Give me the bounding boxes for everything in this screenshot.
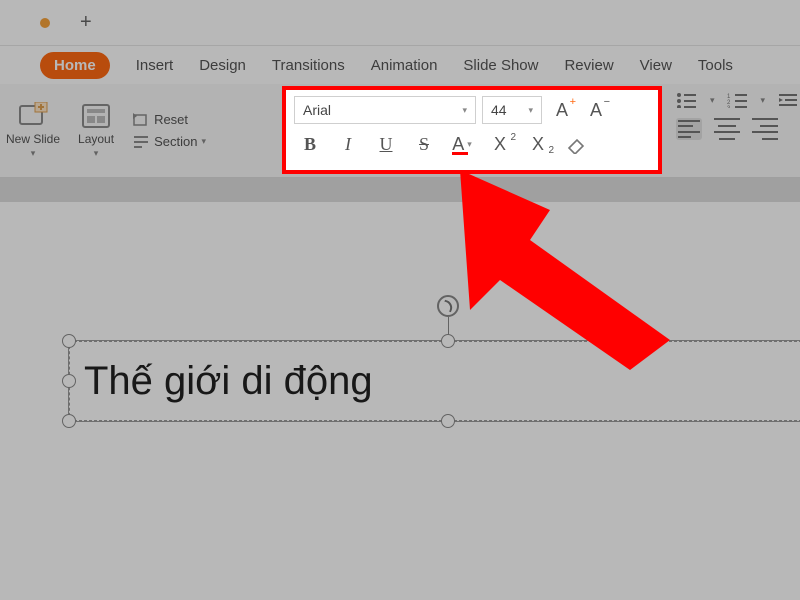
shrink-font-label: A [590, 100, 602, 121]
font-color-button[interactable]: A ▾ [450, 132, 474, 156]
tab-insert[interactable]: Insert [136, 57, 174, 74]
dropdown-caret-icon: ▾ [201, 136, 206, 147]
clear-formatting-button[interactable] [564, 132, 588, 156]
layout-label: Layout [78, 132, 114, 146]
stage-gutter [0, 178, 800, 202]
dropdown-caret-icon[interactable]: ▾ [761, 95, 766, 106]
new-tab-button[interactable]: + [80, 11, 92, 34]
tab-design[interactable]: Design [199, 57, 246, 74]
dropdown-caret-icon[interactable]: ▾ [710, 95, 715, 106]
dropdown-caret-icon: ▾ [31, 148, 36, 159]
section-label: Section [154, 134, 197, 149]
tab-review[interactable]: Review [564, 57, 613, 74]
tab-slideshow[interactable]: Slide Show [463, 57, 538, 74]
resize-handle[interactable] [62, 334, 76, 348]
shrink-font-button[interactable]: A − [582, 96, 610, 124]
ribbon-body: New Slide ▾ Layout ▾ Reset Secti [0, 84, 800, 178]
tab-home[interactable]: Home [40, 52, 110, 79]
reset-label: Reset [154, 112, 188, 127]
resize-handle[interactable] [62, 374, 76, 388]
slide-canvas[interactable]: Thế giới di động [0, 202, 800, 600]
new-slide-button[interactable]: New Slide ▾ [6, 102, 60, 159]
subscript-label: X [532, 134, 544, 155]
resize-handle[interactable] [441, 414, 455, 428]
tab-transitions[interactable]: Transitions [272, 57, 345, 74]
section-icon [132, 134, 150, 150]
app-window: + Home Insert Design Transitions Animati… [0, 0, 800, 600]
font-name-value: Arial [303, 102, 331, 118]
paragraph-group: ▾ 123 ▾ [676, 92, 799, 140]
dropdown-caret-icon[interactable]: ▾ [462, 105, 467, 116]
tab-view[interactable]: View [640, 57, 672, 74]
resize-handle[interactable] [441, 334, 455, 348]
section-button[interactable]: Section ▾ [132, 134, 206, 150]
font-color-swatch [452, 152, 468, 155]
new-slide-icon [17, 102, 49, 130]
align-center-button[interactable] [714, 118, 740, 140]
font-name-combo[interactable]: Arial ▾ [294, 96, 476, 124]
title-text[interactable]: Thế giới di động [69, 341, 800, 421]
layout-button[interactable]: Layout ▾ [78, 102, 114, 159]
ribbon-tabs: Home Insert Design Transitions Animation… [0, 46, 800, 84]
layout-icon [80, 102, 112, 130]
dropdown-caret-icon[interactable]: ▾ [528, 105, 533, 116]
subscript-button[interactable]: X 2 [526, 132, 550, 156]
align-left-button[interactable] [676, 118, 702, 140]
dropdown-caret-icon: ▾ [94, 148, 99, 159]
resize-handle[interactable] [62, 414, 76, 428]
italic-button[interactable]: I [336, 132, 360, 156]
document-modified-dot-icon [40, 18, 50, 28]
reset-icon [132, 112, 150, 128]
font-size-value: 44 [491, 102, 507, 118]
bullets-button[interactable] [676, 92, 698, 108]
new-slide-label: New Slide [6, 132, 60, 146]
grow-font-label: A [556, 100, 568, 121]
underline-button[interactable]: U [374, 132, 398, 156]
superscript-button[interactable]: X 2 [488, 132, 512, 156]
reset-button[interactable]: Reset [132, 112, 206, 128]
title-text-box[interactable]: Thế giới di động [68, 340, 800, 422]
tab-tools[interactable]: Tools [698, 57, 733, 74]
svg-text:3: 3 [727, 106, 731, 108]
strikethrough-button[interactable]: S [412, 132, 436, 156]
grow-font-button[interactable]: A + [548, 96, 576, 124]
rotate-handle-stem [448, 317, 449, 335]
numbering-button[interactable]: 123 [727, 92, 749, 108]
align-right-button[interactable] [752, 118, 778, 140]
slide-misc-group: Reset Section ▾ [132, 112, 206, 150]
indent-button[interactable] [777, 92, 799, 108]
tab-animation[interactable]: Animation [371, 57, 438, 74]
title-bar: + [0, 0, 800, 46]
superscript-label: X [494, 134, 506, 155]
rotate-handle-icon[interactable] [437, 295, 459, 317]
eraser-icon [565, 134, 587, 154]
font-size-combo[interactable]: 44 ▾ [482, 96, 542, 124]
font-group-highlighted: Arial ▾ 44 ▾ A + A − B I U [282, 86, 662, 174]
dropdown-caret-icon[interactable]: ▾ [467, 139, 472, 150]
bold-button[interactable]: B [298, 132, 322, 156]
